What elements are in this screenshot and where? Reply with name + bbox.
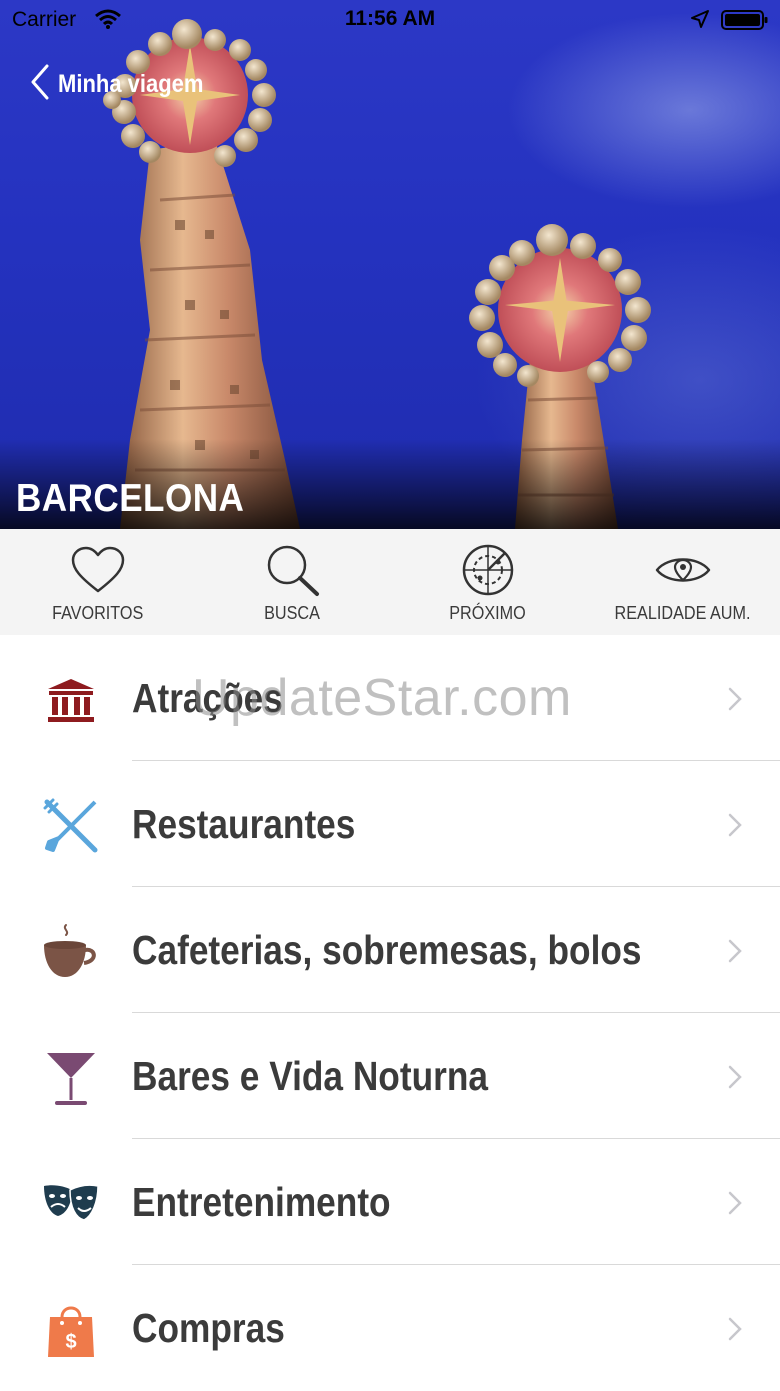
category-label: Bares e Vida Noturna <box>132 1053 488 1099</box>
coffee-cup-icon <box>40 921 102 983</box>
category-row-attractions[interactable]: Atrações <box>0 635 780 761</box>
cocktail-glass-icon <box>40 1047 102 1109</box>
fork-knife-icon <box>40 795 102 857</box>
clock: 11:56 AM <box>344 7 436 30</box>
svg-text:$: $ <box>65 1331 76 1353</box>
augmented-reality-label: REALIDADE AUM. <box>614 603 751 623</box>
nearby-button[interactable]: PRÓXIMO <box>390 529 585 635</box>
chevron-left-icon <box>30 64 50 105</box>
city-title: BARCELONA <box>16 477 245 520</box>
search-button[interactable]: BUSCA <box>195 529 390 635</box>
heart-icon <box>70 541 126 599</box>
augmented-reality-button[interactable]: REALIDADE AUM. <box>585 529 780 635</box>
category-row-bars[interactable]: Bares e Vida Noturna <box>0 1013 780 1139</box>
category-label: Atrações <box>132 675 283 721</box>
battery-icon <box>721 9 769 37</box>
chevron-right-icon <box>728 1317 742 1346</box>
category-row-cafes[interactable]: Cafeterias, sobremesas, bolos <box>0 887 780 1013</box>
category-list: Atrações Restaurantes Cafeterias, sobrem… <box>0 635 780 1391</box>
chevron-right-icon <box>728 1065 742 1094</box>
theater-masks-icon <box>40 1173 102 1235</box>
category-label: Entretenimento <box>132 1179 391 1225</box>
nearby-label: PRÓXIMO <box>449 603 526 623</box>
category-label: Compras <box>132 1305 285 1351</box>
quick-actions-toolbar: FAVORITOS BUSCA PRÓXIMO REALIDADE AUM. <box>0 529 780 635</box>
chevron-right-icon <box>728 687 742 716</box>
category-row-entertainment[interactable]: Entretenimento <box>0 1139 780 1265</box>
museum-icon <box>40 669 102 731</box>
category-label: Restaurantes <box>132 801 356 847</box>
status-bar: Carrier 11:56 AM <box>0 0 780 40</box>
back-label: Minha viagem <box>58 69 204 98</box>
category-row-shopping[interactable]: $ Compras <box>0 1265 780 1391</box>
chevron-right-icon <box>728 939 742 968</box>
eye-icon <box>654 541 712 599</box>
favorites-label: FAVORITOS <box>51 603 144 623</box>
chevron-right-icon <box>728 1191 742 1220</box>
search-icon <box>265 541 321 599</box>
category-row-restaurants[interactable]: Restaurantes <box>0 761 780 887</box>
radar-icon <box>460 541 516 599</box>
chevron-right-icon <box>728 813 742 842</box>
search-label: BUSCA <box>264 603 321 623</box>
back-button[interactable]: Minha viagem <box>30 64 223 104</box>
location-arrow-icon <box>690 9 710 35</box>
shopping-bag-icon: $ <box>40 1299 102 1361</box>
category-label: Cafeterias, sobremesas, bolos <box>132 927 642 973</box>
favorites-button[interactable]: FAVORITOS <box>0 529 195 635</box>
